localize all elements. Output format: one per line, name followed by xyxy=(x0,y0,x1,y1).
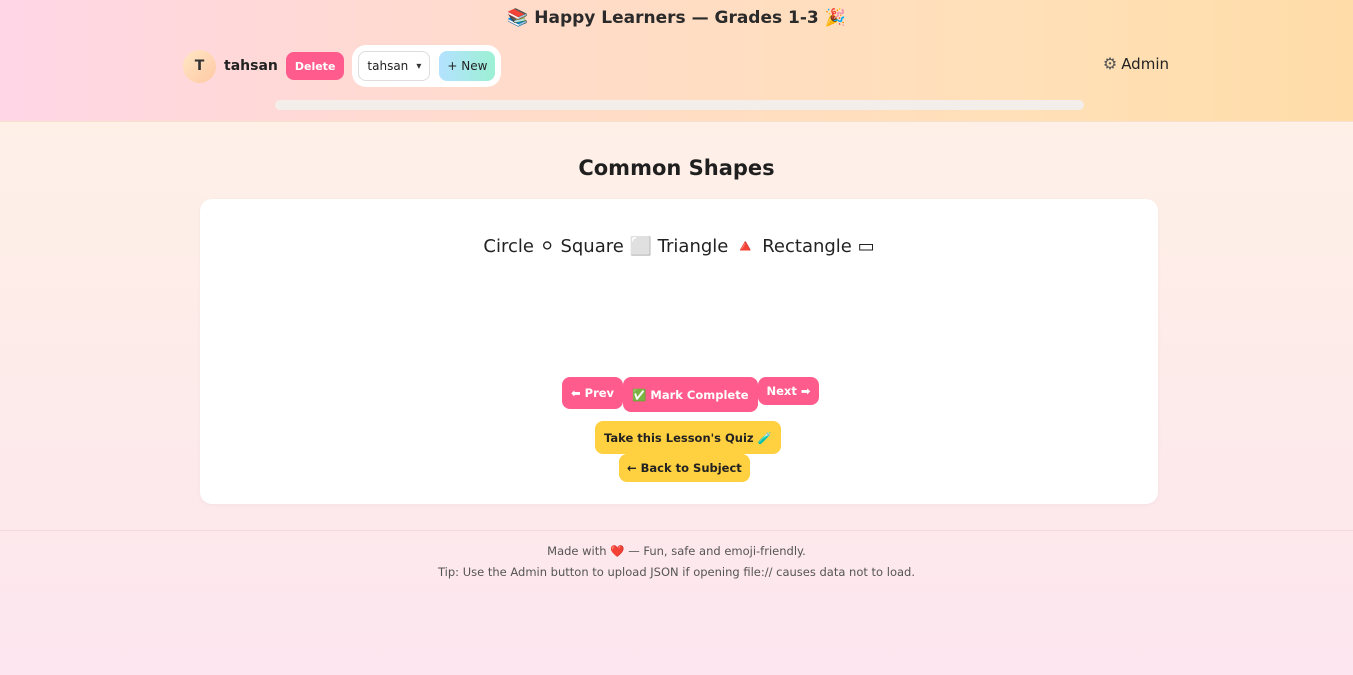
new-user-button[interactable]: + New xyxy=(439,51,496,81)
footer-divider xyxy=(0,530,1353,531)
back-to-subject-button[interactable]: ← Back to Subject xyxy=(619,454,750,482)
chevron-down-icon: ▾ xyxy=(416,60,422,72)
user-select[interactable]: tahsan ▾ xyxy=(358,51,431,81)
user-select-value: tahsan xyxy=(367,59,409,73)
user-switcher: tahsan ▾ + New xyxy=(352,45,502,87)
admin-button[interactable]: ⚙ Admin xyxy=(1103,54,1169,73)
admin-label: Admin xyxy=(1121,54,1169,73)
prev-button[interactable]: ⬅ Prev xyxy=(562,377,624,409)
heart-icon: ❤️ xyxy=(610,544,625,558)
header: 📚 Happy Learners — Grades 1-3 🎉 T tahsan… xyxy=(0,0,1353,122)
lesson-title: Common Shapes xyxy=(578,156,775,180)
footer-tip: Tip: Use the Admin button to upload JSON… xyxy=(438,565,915,579)
progress-bar xyxy=(275,100,1084,110)
footer-made-with-prefix: Made with xyxy=(547,544,607,558)
delete-user-button[interactable]: Delete xyxy=(285,52,345,80)
user-area: T tahsan Delete tahsan ▾ + New xyxy=(183,45,502,87)
lesson-content: Circle ⚪ Square ⬜ Triangle 🔺 Rectangle ▭ xyxy=(483,236,875,257)
footer-made-with-suffix: — Fun, safe and emoji-friendly. xyxy=(628,544,806,558)
next-button[interactable]: Next ➡ xyxy=(757,377,820,405)
lesson-nav: ⬅ Prev ✅ Mark Complete Next ➡ xyxy=(562,377,820,412)
avatar: T xyxy=(183,49,216,83)
app-title: 📚 Happy Learners — Grades 1-3 🎉 xyxy=(507,8,846,28)
mark-complete-button[interactable]: ✅ Mark Complete xyxy=(623,377,758,412)
username: tahsan xyxy=(224,58,278,74)
lesson-card: Circle ⚪ Square ⬜ Triangle 🔺 Rectangle ▭… xyxy=(200,199,1158,504)
take-quiz-button[interactable]: Take this Lesson's Quiz 🧪 xyxy=(595,421,781,454)
gear-icon: ⚙ xyxy=(1102,54,1118,73)
footer-made-with: Made with ❤️ — Fun, safe and emoji-frien… xyxy=(0,544,1353,558)
